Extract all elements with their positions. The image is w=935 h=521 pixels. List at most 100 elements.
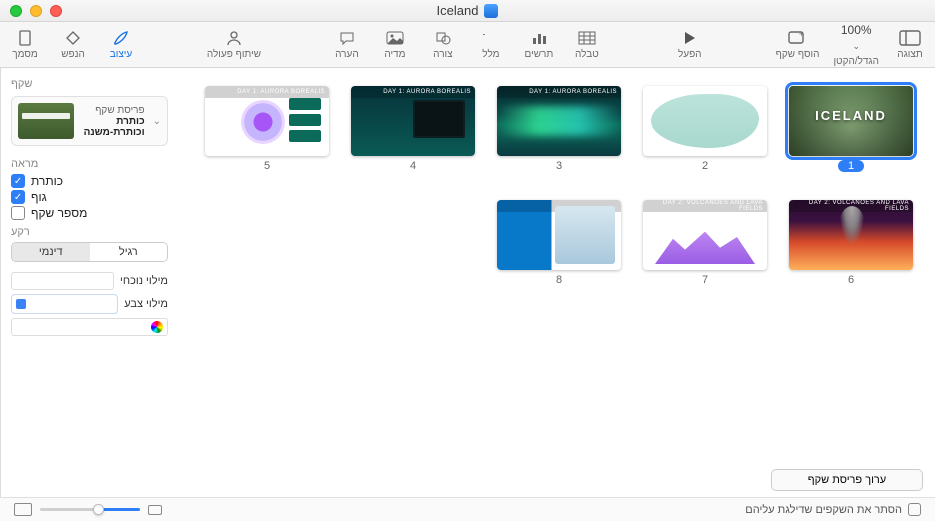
slide-thumbnail[interactable]: DAY 1: AURORA BOREALIS 3 — [497, 86, 621, 172]
color-fill-select[interactable] — [11, 294, 118, 314]
layout-thumb — [18, 103, 74, 139]
comment-icon — [336, 29, 358, 47]
text-button[interactable]: T מלל — [474, 29, 508, 60]
plus-icon: + — [787, 29, 809, 47]
slide-header-strip: DAY 2: VOLCANOES AND LAVA FIELDS — [643, 200, 767, 212]
slide-thumbnail[interactable]: 2 — [643, 86, 767, 172]
minimize-window-button[interactable] — [30, 5, 42, 17]
zoom-fill — [98, 508, 140, 511]
zoom-track[interactable] — [40, 508, 140, 511]
hide-skipped-checkbox[interactable] — [908, 503, 921, 516]
view-button[interactable]: תצוגה — [893, 29, 927, 60]
slide-thumb-image: DAY 2: VOLCANOES AND LAVA FIELDS — [789, 200, 913, 270]
slide-thumbnail[interactable]: DAY 1: AURORA BOREALIS 4 — [351, 86, 475, 172]
comment-button[interactable]: הערה — [330, 29, 364, 60]
slide-layout-picker[interactable]: ⌄ פריסת שקף כותרת וכותרת-משנה — [11, 96, 168, 146]
slide-thumb-image: DAY 1: AURORA BOREALIS — [497, 86, 621, 156]
slide-thumb-image: DAY 1: AURORA BOREALIS — [205, 86, 329, 156]
format-inspector-button[interactable]: עיצוב — [104, 29, 138, 60]
current-fill-label: מילוי נוכחי — [120, 275, 168, 287]
slide-header-strip: DAY 1: AURORA BOREALIS — [351, 86, 475, 98]
slide-thumbnail[interactable]: DAY 2: VOLCANOES AND LAVA FIELDS 7 — [643, 200, 767, 286]
hide-skipped-label: הסתר את השקפים שדילגת עליהם — [745, 504, 902, 516]
slide-number: 5 — [264, 160, 270, 172]
slide-thumb-image — [497, 200, 621, 270]
zoom-knob[interactable] — [93, 504, 104, 515]
title-checkbox-row[interactable]: כותרת — [11, 174, 168, 188]
body-checkbox-row[interactable]: גוף — [11, 190, 168, 204]
slide-thumbnail[interactable]: DAY 2: VOLCANOES AND LAVA FIELDS 6 — [789, 200, 913, 286]
window-title-text: Iceland — [437, 3, 479, 18]
background-mode-segment[interactable]: רגיל דינמי — [11, 242, 168, 262]
slide-number: 3 — [556, 160, 562, 172]
color-wheel-icon — [151, 321, 163, 333]
slide-thumb-image: DAY 2: VOLCANOES AND LAVA FIELDS — [643, 200, 767, 270]
slidenum-checkbox[interactable] — [11, 206, 25, 220]
shape-label: צורה — [433, 49, 452, 60]
layout-meta: פריסת שקף כותרת וכותרת-משנה — [82, 105, 145, 138]
hide-skipped-toggle[interactable]: הסתר את השקפים שדילגת עליהם — [745, 503, 921, 516]
document-inspector-button[interactable]: מסמך — [8, 29, 42, 60]
fullscreen-window-button[interactable] — [10, 5, 22, 17]
slide-thumb-image — [643, 86, 767, 156]
document-icon — [14, 29, 36, 47]
edit-slide-layout-button[interactable]: ערוך פריסת שקף — [771, 469, 923, 491]
add-slide-button[interactable]: + הוסף שקף — [776, 29, 820, 60]
light-table[interactable]: ICELAND12DAY 1: AURORA BOREALIS3DAY 1: A… — [178, 68, 935, 497]
slide-number: 6 — [848, 274, 854, 286]
shape-icon — [432, 29, 454, 47]
collab-label: שיתוף פעולה — [207, 49, 261, 60]
slide-header-strip: DAY 1: AURORA BOREALIS — [497, 86, 621, 98]
slide-thumbnail[interactable]: ICELAND1 — [789, 86, 913, 172]
play-button[interactable]: הפעל — [673, 29, 707, 60]
slidenum-checkbox-row[interactable]: מספר שקף — [11, 206, 168, 220]
current-fill-row: מילוי נוכחי — [11, 272, 168, 290]
layout-name: כותרת וכותרת-משנה — [82, 116, 145, 138]
chevron-down-icon: ⌄ — [852, 41, 860, 52]
inspector-panel: שקף ⌄ פריסת שקף כותרת וכותרת-משנה מראה כ… — [0, 68, 178, 497]
seg-dynamic[interactable]: דינמי — [12, 243, 90, 261]
slidenum-checkbox-label: מספר שקף — [31, 206, 87, 220]
thumbnail-zoom-slider[interactable] — [14, 503, 162, 516]
bottom-bar: הסתר את השקפים שדילגת עליהם — [0, 497, 935, 521]
document-icon — [484, 4, 498, 18]
table-label: טבלה — [575, 49, 599, 60]
chart-label: תרשים — [525, 49, 554, 60]
body-checkbox[interactable] — [11, 190, 25, 204]
zoom-large-icon — [14, 503, 32, 516]
zoom-value: 100% — [841, 23, 872, 37]
seg-normal[interactable]: רגיל — [90, 243, 168, 261]
current-fill-well[interactable] — [11, 272, 114, 290]
media-button[interactable]: מדיה — [378, 29, 412, 60]
toolbar-group-inspector: עיצוב הנפש מסמך — [8, 29, 138, 60]
diamond-icon — [62, 29, 84, 47]
table-icon — [576, 29, 598, 47]
collaborate-button[interactable]: שיתוף פעולה — [207, 29, 261, 60]
body-checkbox-label: גוף — [31, 190, 47, 204]
slide-number: 4 — [410, 160, 416, 172]
slide-thumbnail[interactable]: 8 — [497, 200, 621, 286]
slide-number: 8 — [556, 274, 562, 286]
slide-number: 1 — [838, 160, 864, 172]
close-window-button[interactable] — [50, 5, 62, 17]
zoom-control[interactable]: 100% ⌄ הגדל/הקטן — [833, 23, 879, 67]
zoom-label: הגדל/הקטן — [833, 56, 879, 67]
slide-number: 7 — [702, 274, 708, 286]
view-label: תצוגה — [897, 49, 923, 60]
text-icon: T — [480, 29, 502, 47]
slide-grid: ICELAND12DAY 1: AURORA BOREALIS3DAY 1: A… — [200, 86, 913, 286]
slide-thumbnail[interactable]: DAY 1: AURORA BOREALIS 5 — [205, 86, 329, 172]
title-checkbox[interactable] — [11, 174, 25, 188]
play-icon — [679, 29, 701, 47]
table-button[interactable]: טבלה — [570, 29, 604, 60]
shape-button[interactable]: צורה — [426, 29, 460, 60]
window-title: Iceland — [437, 3, 499, 18]
chart-button[interactable]: תרשים — [522, 29, 556, 60]
appearance-section-label: מראה — [11, 158, 168, 170]
slide-number: 2 — [702, 160, 708, 172]
color-picker-row[interactable] — [11, 318, 168, 336]
title-checkbox-label: כותרת — [31, 174, 63, 188]
animate-inspector-button[interactable]: הנפש — [56, 29, 90, 60]
toolbar-group-view: תצוגה 100% ⌄ הגדל/הקטן + הוסף שקף — [776, 23, 927, 67]
toolbar-group-collab: שיתוף פעולה — [207, 29, 261, 60]
